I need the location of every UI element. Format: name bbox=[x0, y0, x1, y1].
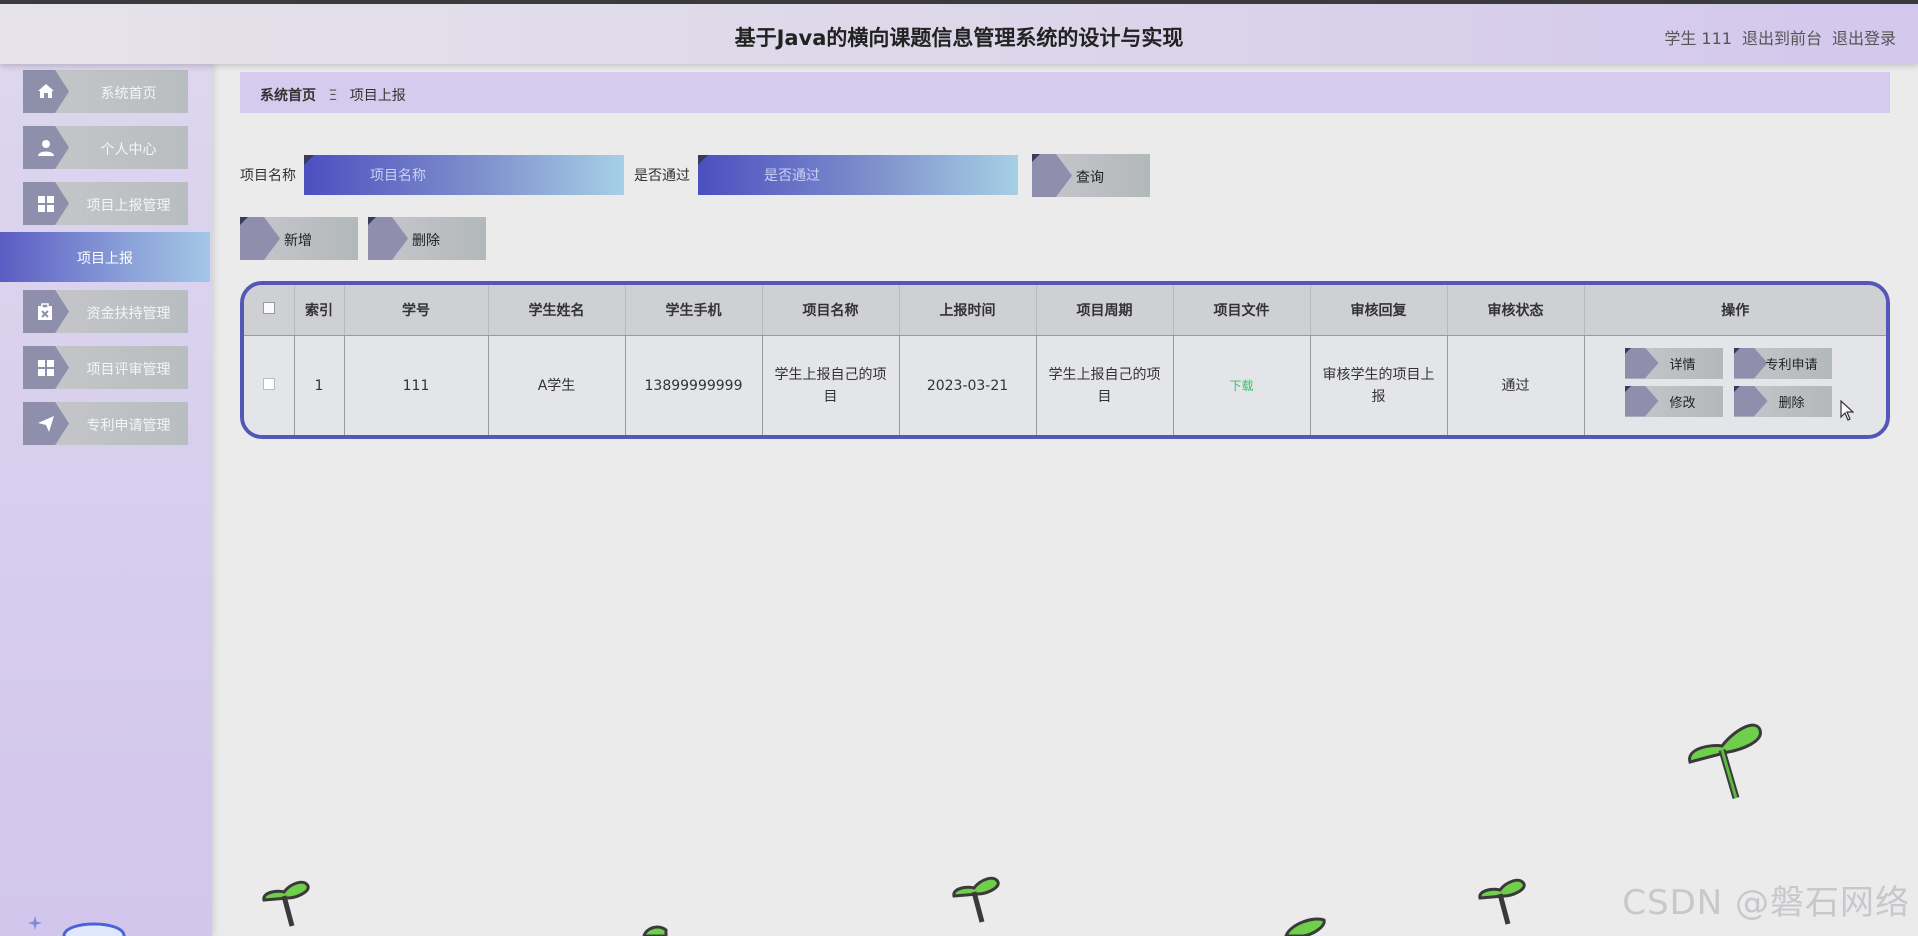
column-header: 学生姓名 bbox=[488, 285, 626, 336]
sidebar-item-project-report-mgmt[interactable]: 项目上报管理 bbox=[23, 182, 188, 225]
column-header: 上报时间 bbox=[899, 285, 1037, 336]
sidebar-item-label: 个人中心 bbox=[100, 142, 157, 158]
sidebar-item-project-report[interactable]: 项目上报 bbox=[0, 232, 210, 282]
column-header: 学号 bbox=[344, 285, 489, 336]
column-header: 索引 bbox=[294, 285, 345, 336]
home-icon bbox=[38, 84, 54, 98]
cell-student-name: A学生 bbox=[488, 335, 626, 435]
cell-status: 通过 bbox=[1447, 335, 1585, 435]
table-header-row: 索引 学号 学生姓名 学生手机 项目名称 上报时间 项目周期 项目文件 审核回复… bbox=[244, 285, 1886, 336]
propeller-decoration-icon bbox=[1478, 878, 1526, 925]
mouse-cursor-icon bbox=[1840, 400, 1854, 421]
watermark: CSDN @磐石网络 bbox=[1622, 883, 1910, 923]
exit-to-front-link[interactable]: 退出到前台 bbox=[1742, 25, 1822, 49]
cell-reply: 审核学生的项目上报 bbox=[1310, 335, 1448, 435]
column-header: 审核状态 bbox=[1447, 285, 1585, 336]
send-icon bbox=[38, 416, 54, 432]
column-header: 项目周期 bbox=[1036, 285, 1174, 336]
row-delete-button[interactable]: 删除 bbox=[1733, 385, 1832, 417]
query-button[interactable]: 查询 bbox=[1032, 154, 1150, 197]
propeller-decoration-icon bbox=[1688, 723, 1762, 799]
download-file-link[interactable]: 下载 bbox=[1229, 379, 1253, 393]
column-header: 审核回复 bbox=[1310, 285, 1448, 336]
breadcrumb-separator: Ξ bbox=[328, 88, 338, 104]
project-table: 索引 学号 学生姓名 学生手机 项目名称 上报时间 项目周期 项目文件 审核回复… bbox=[240, 281, 1890, 439]
sidebar-item-funding-mgmt[interactable]: 资金扶持管理 bbox=[23, 290, 188, 333]
top-header: 基于Java的横向课题信息管理系统的设计与实现 学生 111 退出到前台 退出登… bbox=[0, 0, 1918, 64]
cell-student-no: 111 bbox=[344, 335, 489, 435]
cell-index: 1 bbox=[294, 335, 345, 435]
column-header: 项目名称 bbox=[762, 285, 900, 336]
add-button[interactable]: 新增 bbox=[240, 217, 358, 260]
sidebar-item-review-mgmt[interactable]: 项目评审管理 bbox=[23, 346, 188, 389]
batch-delete-button[interactable]: 删除 bbox=[368, 217, 486, 260]
propeller-decoration-icon bbox=[952, 876, 1000, 923]
sidebar: 系统首页 个人中心 项目上报管理 项目上报 资金扶持管理 项目评审管理 专利申请… bbox=[0, 64, 212, 936]
grid-icon bbox=[38, 196, 54, 212]
sidebar-item-label: 项目评审管理 bbox=[86, 362, 171, 378]
breadcrumb-current: 项目上报 bbox=[349, 88, 406, 104]
sidebar-item-home[interactable]: 系统首页 bbox=[23, 70, 188, 113]
app-title: 基于Java的横向课题信息管理系统的设计与实现 bbox=[734, 26, 1184, 50]
row-checkbox[interactable] bbox=[262, 377, 275, 390]
pass-status-label: 是否通过 bbox=[634, 168, 690, 184]
cell-report-time: 2023-03-21 bbox=[899, 335, 1037, 435]
sidebar-item-label: 项目上报 bbox=[77, 251, 133, 267]
column-header: 项目文件 bbox=[1173, 285, 1311, 336]
current-user: 学生 111 bbox=[1664, 29, 1732, 48]
project-name-label: 项目名称 bbox=[240, 168, 296, 184]
sidebar-item-label: 专利申请管理 bbox=[86, 418, 171, 434]
column-header: 学生手机 bbox=[625, 285, 763, 336]
grid-icon bbox=[38, 360, 54, 376]
sidebar-item-label: 资金扶持管理 bbox=[86, 306, 171, 322]
patent-apply-button[interactable]: 专利申请 bbox=[1733, 347, 1832, 379]
sidebar-item-label: 系统首页 bbox=[100, 86, 157, 102]
edit-button[interactable]: 修改 bbox=[1624, 385, 1723, 417]
sidebar-item-label: 项目上报管理 bbox=[86, 198, 171, 214]
propeller-decoration-icon bbox=[642, 925, 668, 936]
search-bar: 项目名称 是否通过 bbox=[240, 155, 1028, 195]
bubble-decoration-icon bbox=[62, 922, 126, 936]
breadcrumb-home[interactable]: 系统首页 bbox=[260, 88, 316, 104]
column-header: 操作 bbox=[1584, 285, 1886, 336]
cell-phone: 13899999999 bbox=[625, 335, 763, 435]
table-row: 1 111 A学生 13899999999 学生上报自己的项目 2023-03-… bbox=[244, 335, 1886, 435]
sidebar-item-profile[interactable]: 个人中心 bbox=[23, 126, 188, 169]
sidebar-item-patent-mgmt[interactable]: 专利申请管理 bbox=[23, 402, 188, 445]
select-all-checkbox[interactable] bbox=[262, 301, 275, 314]
cell-project-name: 学生上报自己的项目 bbox=[762, 335, 900, 435]
project-name-input[interactable] bbox=[304, 155, 624, 195]
cell-cycle: 学生上报自己的项目 bbox=[1036, 335, 1174, 435]
logout-link[interactable]: 退出登录 bbox=[1832, 25, 1896, 49]
user-area: 学生 111 退出到前台 退出登录 bbox=[1664, 25, 1896, 49]
clipboard-icon bbox=[38, 303, 52, 320]
breadcrumb: 系统首页 Ξ 项目上报 bbox=[240, 72, 1890, 113]
sparkle-icon bbox=[28, 916, 42, 930]
select-all-header[interactable] bbox=[244, 285, 295, 336]
pass-status-input[interactable] bbox=[698, 155, 1018, 195]
detail-button[interactable]: 详情 bbox=[1624, 347, 1723, 379]
propeller-decoration-icon bbox=[262, 880, 310, 927]
user-icon bbox=[38, 140, 54, 156]
propeller-decoration-icon bbox=[1284, 917, 1326, 936]
